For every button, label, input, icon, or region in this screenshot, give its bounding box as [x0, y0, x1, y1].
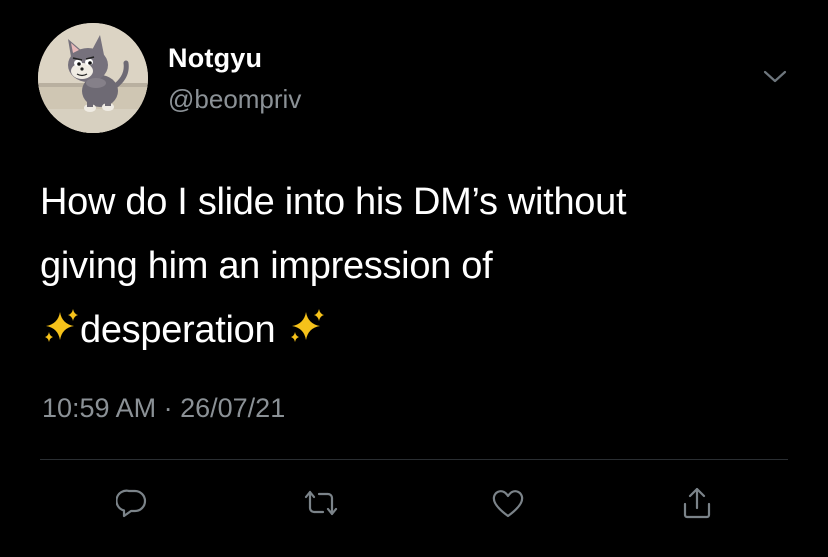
retweet-button[interactable]	[301, 483, 341, 523]
tweet-text: How do I slide into his DM’s without giv…	[40, 170, 800, 366]
chevron-down-icon[interactable]	[762, 68, 788, 86]
tweet-date: 26/07/21	[180, 393, 286, 423]
sparkles-icon	[286, 302, 326, 366]
separator-dot: ·	[163, 393, 173, 423]
share-button[interactable]	[677, 483, 717, 523]
tweet-timestamp[interactable]: 10:59 AM · 26/07/21	[42, 393, 285, 424]
sparkles-icon	[40, 302, 80, 366]
share-icon	[683, 487, 711, 519]
reply-icon	[116, 489, 147, 518]
reply-button[interactable]	[112, 483, 152, 523]
retweet-icon	[304, 490, 338, 516]
tweet-text-line: giving him an impression of	[40, 245, 493, 287]
cartoon-cat-icon	[38, 23, 148, 133]
tweet-card: Notgyu @beompriv How do I slide into his…	[0, 0, 828, 557]
author-handle[interactable]: @beompriv	[168, 84, 301, 115]
tweet-time: 10:59 AM	[42, 393, 157, 423]
tweet-text-line-3: desperation	[40, 298, 800, 366]
divider	[40, 459, 788, 460]
tweet-text-line: How do I slide into his DM’s without	[40, 181, 627, 223]
like-icon	[492, 490, 524, 518]
avatar[interactable]	[38, 23, 148, 133]
tweet-text-word: desperation	[80, 309, 276, 351]
author-display-name[interactable]: Notgyu	[168, 43, 262, 74]
like-button[interactable]	[488, 483, 528, 523]
